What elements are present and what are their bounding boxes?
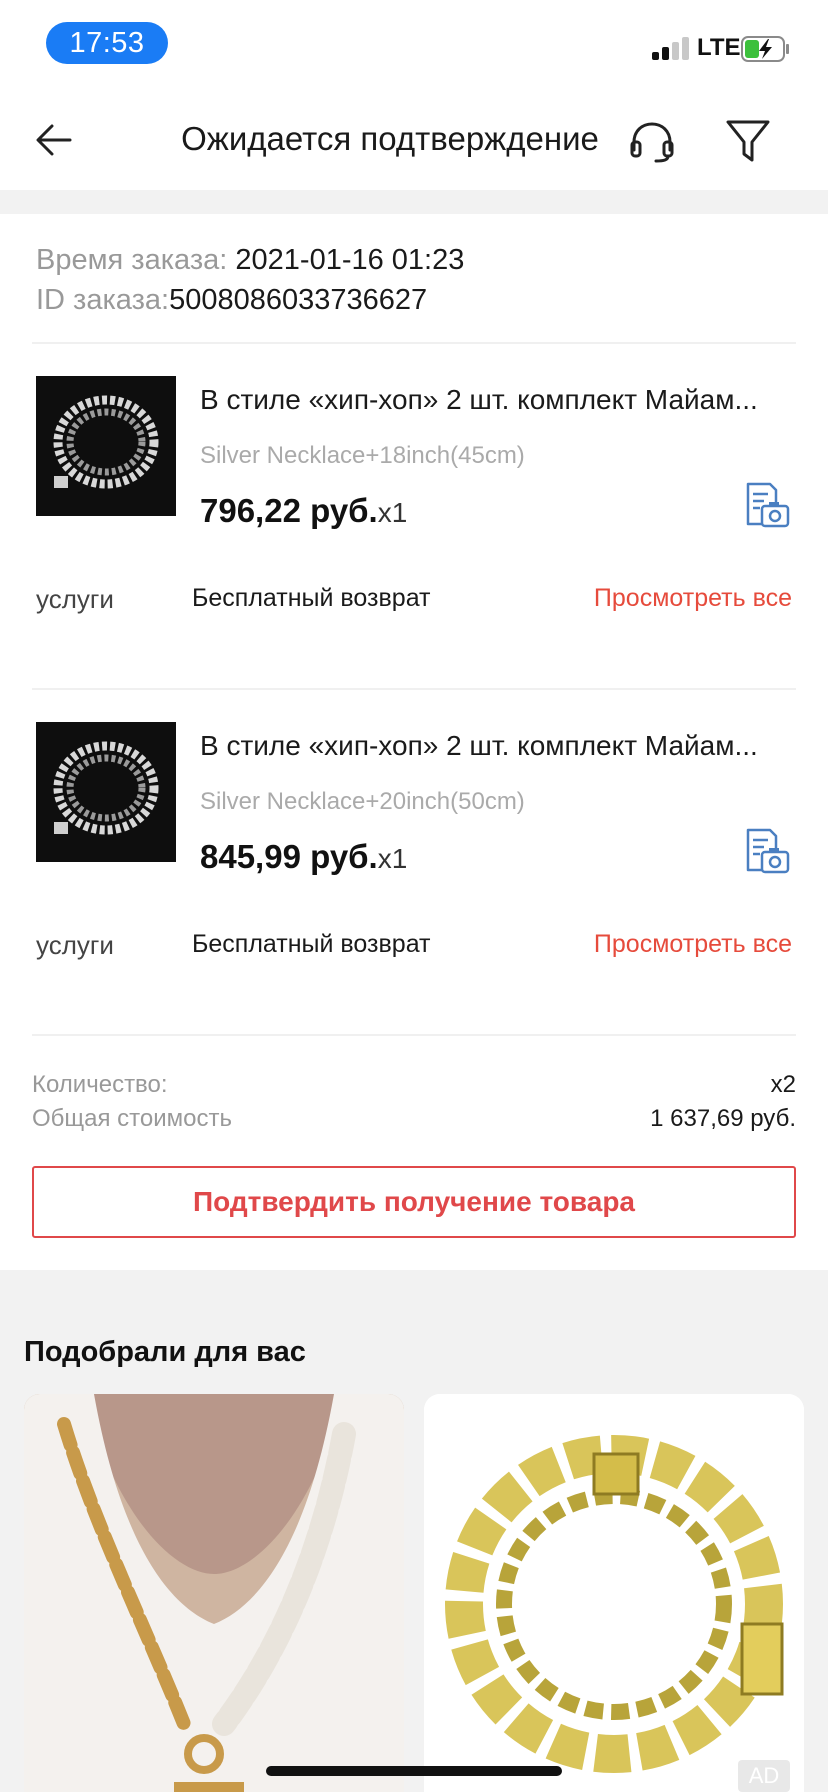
header: Ожидается подтверждение	[0, 90, 828, 190]
view-all-link[interactable]: Просмотреть все	[594, 584, 792, 613]
services-label: услуги	[36, 584, 114, 614]
network-type: LTE	[697, 34, 741, 61]
order-item[interactable]: В стиле «хип-хоп» 2 шт. комплект Майам..…	[0, 344, 828, 664]
total-label: Общая стоимость	[32, 1105, 232, 1132]
product-variant: Silver Necklace+20inch(50cm)	[200, 788, 525, 815]
status-time: 17:53	[46, 22, 168, 64]
product-image[interactable]	[424, 1394, 804, 1792]
order-item[interactable]: В стиле «хип-хоп» 2 шт. комплект Майам..…	[0, 690, 828, 1010]
product-quantity: x1	[377, 497, 408, 528]
recommendation-card[interactable]: AD	[424, 1394, 804, 1792]
product-title[interactable]: В стиле «хип-хоп» 2 шт. комплект Майам..…	[200, 384, 780, 416]
order-id-label: ID заказа:	[36, 284, 170, 316]
battery-charging-icon	[741, 36, 789, 62]
order-time-label: Время заказа:	[36, 244, 228, 276]
home-indicator[interactable]	[266, 1766, 562, 1776]
price-value: 845,99 руб.	[200, 838, 378, 875]
photo-review-icon[interactable]	[742, 480, 792, 530]
photo-review-icon[interactable]	[742, 826, 792, 876]
ad-badge: AD	[738, 1760, 790, 1792]
confirm-receipt-button[interactable]: Подтвердить получение товара	[32, 1166, 796, 1238]
product-image[interactable]	[36, 722, 176, 862]
arrow-left-icon[interactable]	[30, 112, 86, 168]
status-bar: 17:53 LTE	[0, 0, 828, 90]
order-id-value[interactable]: 5008086033736627	[169, 284, 427, 316]
view-all-link[interactable]: Просмотреть все	[594, 930, 792, 959]
product-price: 845,99 руб.x1	[200, 838, 407, 876]
page-title: Ожидается подтверждение	[181, 120, 599, 157]
divider	[32, 1034, 796, 1036]
section-divider	[0, 190, 828, 214]
product-title[interactable]: В стиле «хип-хоп» 2 шт. комплект Майам..…	[200, 730, 780, 762]
product-variant: Silver Necklace+18inch(45cm)	[200, 442, 525, 469]
quantity-label: Количество:	[32, 1071, 168, 1098]
product-image[interactable]	[24, 1394, 404, 1792]
filter-icon[interactable]	[720, 112, 776, 168]
product-quantity: x1	[377, 843, 408, 874]
recommendations-title: Подобрали для вас	[24, 1336, 306, 1368]
recommendation-card[interactable]	[24, 1394, 404, 1792]
services-value: Бесплатный возврат	[192, 584, 431, 612]
order-time-value: 2021-01-16 01:23	[235, 244, 465, 276]
product-price: 796,22 руб.x1	[200, 492, 407, 530]
total-value: 1 637,69 руб.	[650, 1105, 796, 1132]
cellular-signal-icon	[652, 36, 690, 60]
price-value: 796,22 руб.	[200, 492, 378, 529]
order-info: Время заказа: 2021-01-16 01:23 ID заказа…	[36, 240, 464, 320]
order-totals: Количество: x2 Общая стоимость 1 637,69 …	[32, 1068, 796, 1136]
quantity-value: x2	[770, 1071, 796, 1098]
recommendations-section: Подобрали для вас AD	[0, 1270, 828, 1792]
product-image[interactable]	[36, 376, 176, 516]
headset-icon[interactable]	[624, 114, 680, 170]
services-label: услуги	[36, 930, 114, 960]
services-value: Бесплатный возврат	[192, 930, 431, 958]
